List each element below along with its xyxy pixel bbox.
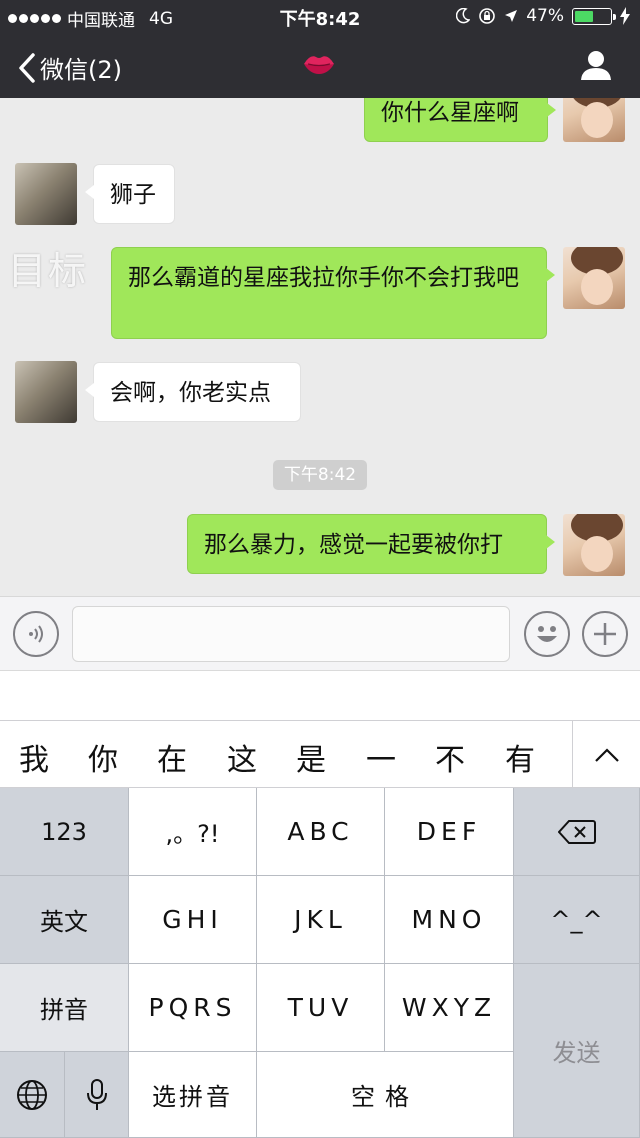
message-input[interactable]	[72, 606, 510, 662]
key-label: ^_^	[550, 905, 603, 934]
candidate-word[interactable]: 一	[366, 735, 396, 779]
battery-icon	[572, 7, 616, 25]
contact-avatar[interactable]	[15, 163, 77, 225]
message-text: 那么暴力，感觉一起要被你打	[204, 532, 503, 558]
candidate-word[interactable]: 有	[505, 735, 535, 779]
battery-percent: 47%	[526, 6, 564, 26]
watermark: 目标	[8, 249, 89, 293]
key-emoticon[interactable]: ^_^	[514, 876, 640, 964]
chat-timestamp: 下午8:42	[273, 460, 367, 490]
profile-icon[interactable]	[580, 50, 612, 80]
status-bar: 中国联通 4G 下午8:42 47%	[0, 0, 640, 32]
delete-key[interactable]	[514, 788, 640, 876]
voice-input-key[interactable]	[65, 1052, 129, 1138]
message-bubble-received[interactable]: 会啊，你老实点	[85, 362, 301, 422]
location-arrow-icon	[505, 10, 518, 22]
keyboard: 123 ,。?! ABC DEF 英文 GHI JKL MNO ^_^ 拼音 P…	[0, 788, 640, 1138]
key-punctuation[interactable]: ,。?!	[129, 788, 257, 876]
message-bubble-received[interactable]: 狮子	[85, 164, 175, 224]
rotation-lock-icon	[479, 8, 496, 24]
chevron-left-icon	[19, 52, 35, 83]
candidate-word[interactable]: 你	[88, 735, 118, 779]
key-label: ABC	[287, 817, 354, 846]
backspace-icon	[557, 819, 596, 844]
chevron-up-icon	[594, 747, 619, 762]
emoji-button[interactable]	[524, 611, 570, 657]
message-text: 你什么星座啊	[381, 100, 519, 126]
key-pinyin[interactable]: 拼音	[0, 964, 129, 1052]
space-key[interactable]: 空格	[257, 1052, 514, 1138]
key-wxyz[interactable]: WXYZ	[385, 964, 514, 1052]
key-mno[interactable]: MNO	[385, 876, 514, 964]
candidate-word[interactable]: 是	[296, 735, 326, 779]
key-label: GHI	[162, 905, 223, 934]
key-jkl[interactable]: JKL	[257, 876, 385, 964]
back-button[interactable]: 微信(2)	[18, 50, 122, 85]
key-abc[interactable]: ABC	[257, 788, 385, 876]
key-select-pinyin[interactable]: 选拼音	[129, 1052, 257, 1138]
message-bubble-sent[interactable]: 那么霸道的星座我拉你手你不会打我吧	[111, 247, 555, 339]
globe-icon	[17, 1079, 47, 1110]
my-avatar[interactable]	[563, 514, 625, 576]
key-label: 空格	[351, 1083, 419, 1111]
contact-avatar[interactable]	[15, 361, 77, 423]
key-label: MNO	[411, 905, 487, 934]
candidate-word[interactable]: 在	[157, 735, 187, 779]
key-pqrs[interactable]: PQRS	[129, 964, 257, 1052]
plus-icon	[594, 623, 616, 645]
key-label: PQRS	[148, 993, 237, 1022]
nav-bar: 微信(2)	[0, 32, 640, 98]
key-label: JKL	[294, 905, 347, 934]
microphone-icon	[86, 1078, 107, 1110]
key-123[interactable]: 123	[0, 788, 129, 876]
my-avatar[interactable]	[563, 247, 625, 309]
globe-key[interactable]	[0, 1052, 65, 1138]
more-button[interactable]	[582, 611, 628, 657]
my-avatar[interactable]	[563, 98, 625, 142]
key-label: 拼音	[40, 996, 88, 1024]
candidate-bar: 我 你 在 这 是 一 不 有	[0, 720, 640, 788]
candidate-word[interactable]: 这	[227, 735, 257, 779]
key-label: TUV	[287, 993, 354, 1022]
message-text: 会啊，你老实点	[110, 380, 271, 406]
key-label: WXYZ	[401, 993, 497, 1022]
message-text: 那么霸道的星座我拉你手你不会打我吧	[128, 265, 519, 291]
message-input-bar	[0, 596, 640, 670]
keyboard-accessory-area	[0, 670, 640, 720]
send-key[interactable]: 发送	[514, 964, 640, 1138]
key-english[interactable]: 英文	[0, 876, 129, 964]
expand-candidates-button[interactable]	[572, 721, 640, 788]
message-text: 狮子	[110, 182, 156, 208]
key-def[interactable]: DEF	[385, 788, 514, 876]
candidate-word[interactable]: 不	[435, 735, 465, 779]
lips-emoji-icon	[304, 56, 334, 74]
message-bubble-sent[interactable]: 你什么星座啊	[364, 98, 556, 142]
key-label: 选拼音	[152, 1083, 233, 1111]
voice-button[interactable]	[13, 611, 59, 657]
candidate-word[interactable]: 我	[19, 735, 49, 779]
key-label: DEF	[416, 817, 482, 846]
key-ghi[interactable]: GHI	[129, 876, 257, 964]
key-label: 123	[41, 817, 87, 846]
emoji-icon	[537, 626, 557, 642]
key-label: ,。?!	[165, 820, 220, 848]
key-label: 英文	[40, 908, 88, 936]
message-bubble-sent[interactable]: 那么暴力，感觉一起要被你打	[187, 514, 555, 574]
moon-icon	[456, 8, 471, 24]
chat-area[interactable]: 你什么星座啊 狮子 目标 那么霸道的星座我拉你手你不会打我吧 会啊，你老实点 下…	[0, 98, 640, 596]
voice-icon	[29, 625, 43, 643]
key-label: 发送	[552, 1039, 601, 1067]
charging-bolt-icon	[620, 7, 630, 25]
back-label: 微信(2)	[40, 56, 122, 84]
key-tuv[interactable]: TUV	[257, 964, 385, 1052]
